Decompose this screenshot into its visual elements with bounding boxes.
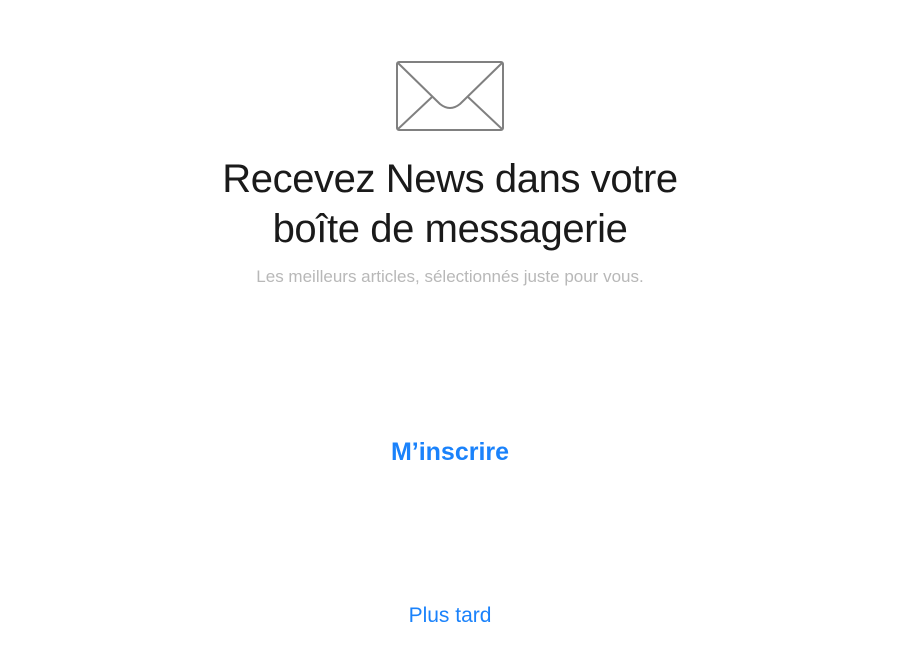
page-title-line-2: boîte de messagerie (272, 207, 628, 251)
page-title: Recevez News dans votre boîte de message… (0, 154, 900, 254)
page-subtitle: Les meilleurs articles, sélectionnés jus… (256, 267, 644, 286)
page-title-line-1: Recevez News dans votre (222, 157, 678, 201)
subscribe-button[interactable]: M’inscrire (340, 431, 560, 473)
envelope-icon (396, 61, 504, 131)
later-button[interactable]: Plus tard (360, 600, 540, 632)
